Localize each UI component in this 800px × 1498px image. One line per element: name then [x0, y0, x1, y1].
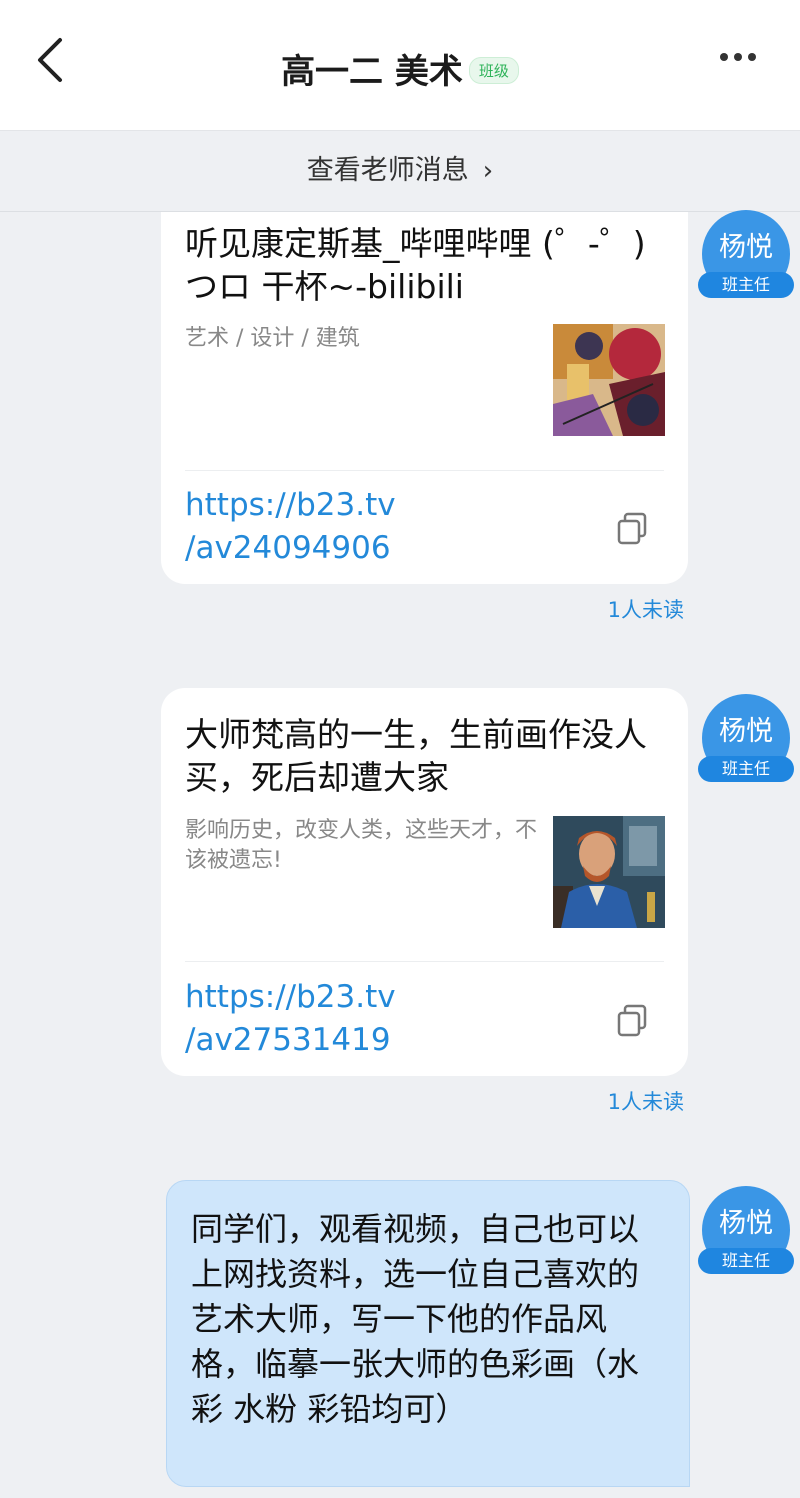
link-card[interactable]: 大师梵高的一生，生前画作没人买，死后却遭大家 影响历史，改变人类，这些天才，不该…: [161, 688, 688, 1076]
role-badge: 班主任: [698, 756, 794, 782]
more-dot-icon: [734, 53, 742, 61]
more-dot-icon: [748, 53, 756, 61]
link-card-description: 影响历史，改变人类，这些天才，不该被遗忘!: [185, 818, 538, 873]
avatar[interactable]: 杨悦 班主任: [698, 1186, 794, 1276]
avatar[interactable]: 杨悦 班主任: [698, 210, 794, 300]
chevron-right-icon: ›: [482, 156, 494, 186]
message-text: 同学们，观看视频，自己也可以上网找资料，选一位自己喜欢的艺术大师，写一下他的作品…: [191, 1210, 640, 1428]
avatar[interactable]: 杨悦 班主任: [698, 694, 794, 784]
link-card-title: 大师梵高的一生，生前画作没人买，死后却遭大家: [185, 715, 647, 797]
link-card-description: 艺术 / 设计 / 建筑: [185, 326, 360, 351]
view-teacher-messages-button[interactable]: 查看老师消息 ›: [0, 131, 800, 212]
link-url-line: https://b23.tv: [185, 487, 396, 523]
link-url[interactable]: https://b23.tv /av24094906: [185, 484, 396, 570]
unread-status[interactable]: 1人未读: [608, 1086, 684, 1116]
message-bubble[interactable]: 同学们，观看视频，自己也可以上网找资料，选一位自己喜欢的艺术大师，写一下他的作品…: [166, 1180, 690, 1487]
role-badge: 班主任: [698, 272, 794, 298]
portrait-thumbnail: [553, 816, 665, 928]
card-divider: [185, 470, 664, 471]
more-options-button[interactable]: [720, 46, 766, 70]
unread-status[interactable]: 1人未读: [608, 594, 684, 624]
copy-link-button[interactable]: [615, 510, 651, 546]
link-url-line: /av27531419: [185, 1022, 391, 1058]
more-dot-icon: [720, 53, 728, 61]
link-url-line: https://b23.tv: [185, 979, 396, 1015]
copy-icon: [617, 1004, 647, 1037]
link-card-title: 听见康定斯基_哔哩哔哩 (゜-゜)つロ 干杯~-bilibili: [185, 224, 646, 306]
link-url[interactable]: https://b23.tv /av27531419: [185, 976, 396, 1062]
abstract-painting-thumbnail: [553, 324, 665, 436]
copy-link-button[interactable]: [615, 1002, 651, 1038]
class-badge: 班级: [468, 57, 519, 84]
teacher-bar-label: 查看老师消息: [306, 155, 469, 186]
page-title-group: 高一二 美术 班级: [0, 44, 800, 93]
card-divider: [185, 961, 664, 962]
top-bar: 高一二 美术 班级: [0, 0, 800, 131]
page-title: 高一二 美术: [281, 52, 463, 92]
role-badge: 班主任: [698, 1248, 794, 1274]
link-card[interactable]: 听见康定斯基_哔哩哔哩 (゜-゜)つロ 干杯~-bilibili 艺术 / 设计…: [161, 212, 688, 584]
link-url-line: /av24094906: [185, 530, 391, 566]
copy-icon: [617, 512, 647, 545]
